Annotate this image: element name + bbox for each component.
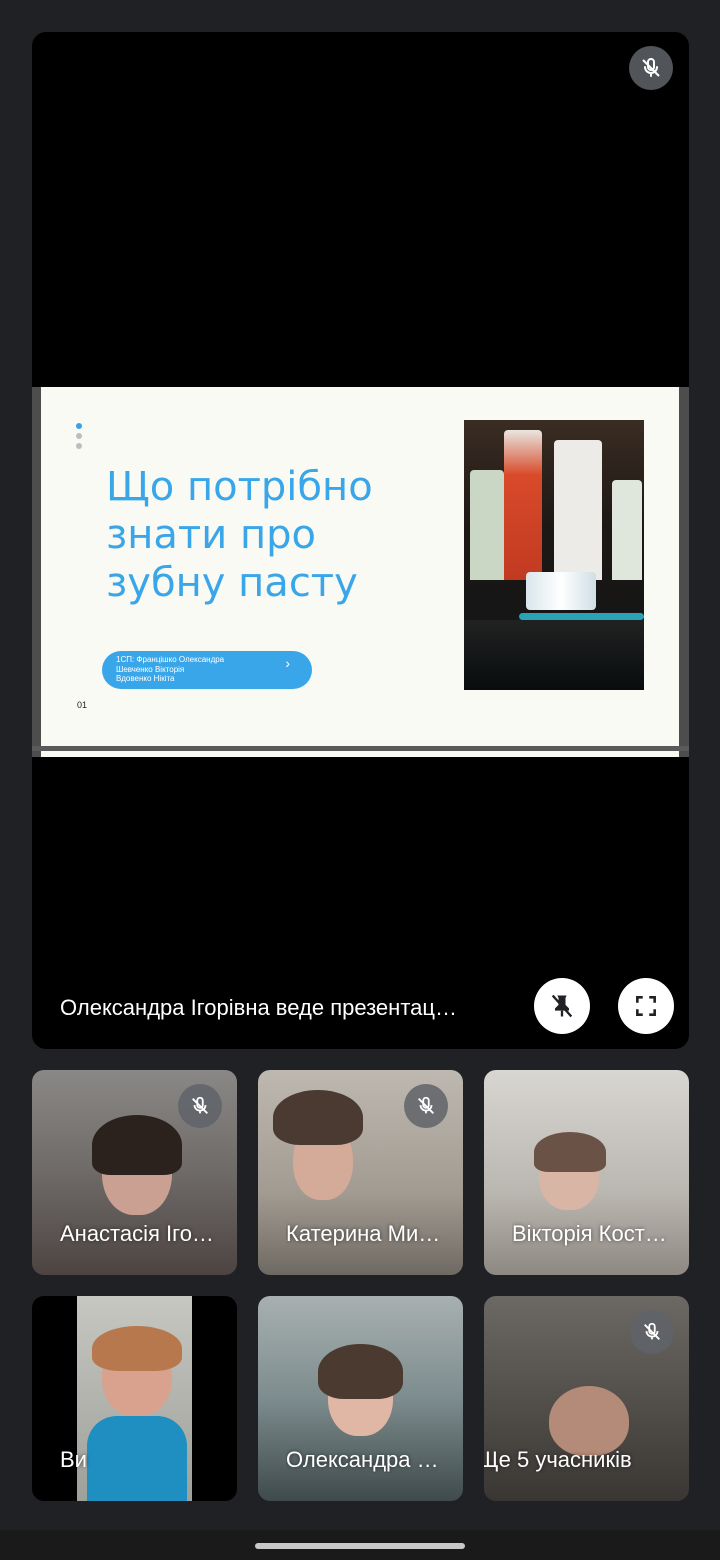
participant-name: Олександра …	[286, 1447, 439, 1472]
unpin-button[interactable]	[534, 978, 590, 1034]
slide-dots-decoration	[76, 423, 82, 453]
author-line-3: Вдовенко Нікіта	[116, 674, 175, 683]
participant-name: Ви	[60, 1447, 87, 1472]
toothpaste-photo	[464, 420, 644, 690]
participant-name: Анастасія Іго…	[60, 1221, 214, 1246]
mic-off-icon	[630, 1310, 674, 1354]
fullscreen-icon	[636, 996, 656, 1016]
more-participants-label: Ще 5 учасників	[484, 1447, 632, 1472]
participant-tile[interactable]: Олександра …	[258, 1296, 463, 1501]
slide-border-left	[32, 387, 41, 757]
slide-authors-pill: 1СП: Францішко Олександра Шевченко Вікто…	[102, 651, 312, 689]
author-line-2: Шевченко Вікторія	[116, 664, 185, 674]
presenter-label: Олександра Ігорівна веде презентац…	[60, 995, 457, 1020]
participant-tile-self[interactable]: Ви	[32, 1296, 237, 1501]
slide-title-line-1: Що потрібно	[106, 464, 373, 510]
slide-title-line-3: зубну пасту	[106, 560, 358, 606]
more-participants-tile[interactable]: Ще 5 учасників	[484, 1296, 689, 1501]
presentation-tile[interactable]: Що потрібно знати про зубну пасту 1СП: Ф…	[32, 32, 689, 1049]
chevron-right-icon: ›	[285, 655, 290, 671]
slide-border-bottom	[32, 746, 689, 751]
slide-border-right	[679, 387, 689, 757]
home-indicator[interactable]	[255, 1543, 465, 1549]
mic-off-icon	[178, 1084, 222, 1128]
mic-off-icon	[404, 1084, 448, 1128]
participant-tile[interactable]: Вікторія Кост…	[484, 1070, 689, 1275]
participant-tile[interactable]: Анастасія Іго…	[32, 1070, 237, 1275]
participant-name: Вікторія Кост…	[512, 1221, 667, 1246]
slide-title: Що потрібно знати про зубну пасту	[106, 463, 426, 607]
unpin-icon	[551, 994, 573, 1018]
participant-tile[interactable]: Катерина Ми…	[258, 1070, 463, 1275]
slide-title-line-2: знати про	[106, 512, 316, 558]
author-line-1: 1СП: Францішко Олександра	[116, 655, 225, 664]
participant-name: Катерина Ми…	[286, 1221, 441, 1246]
fullscreen-button[interactable]	[618, 978, 674, 1034]
presenter-mic-off-icon	[629, 46, 673, 90]
shared-slide: Що потрібно знати про зубну пасту 1СП: Ф…	[32, 387, 689, 757]
slide-number: 01	[77, 700, 88, 710]
